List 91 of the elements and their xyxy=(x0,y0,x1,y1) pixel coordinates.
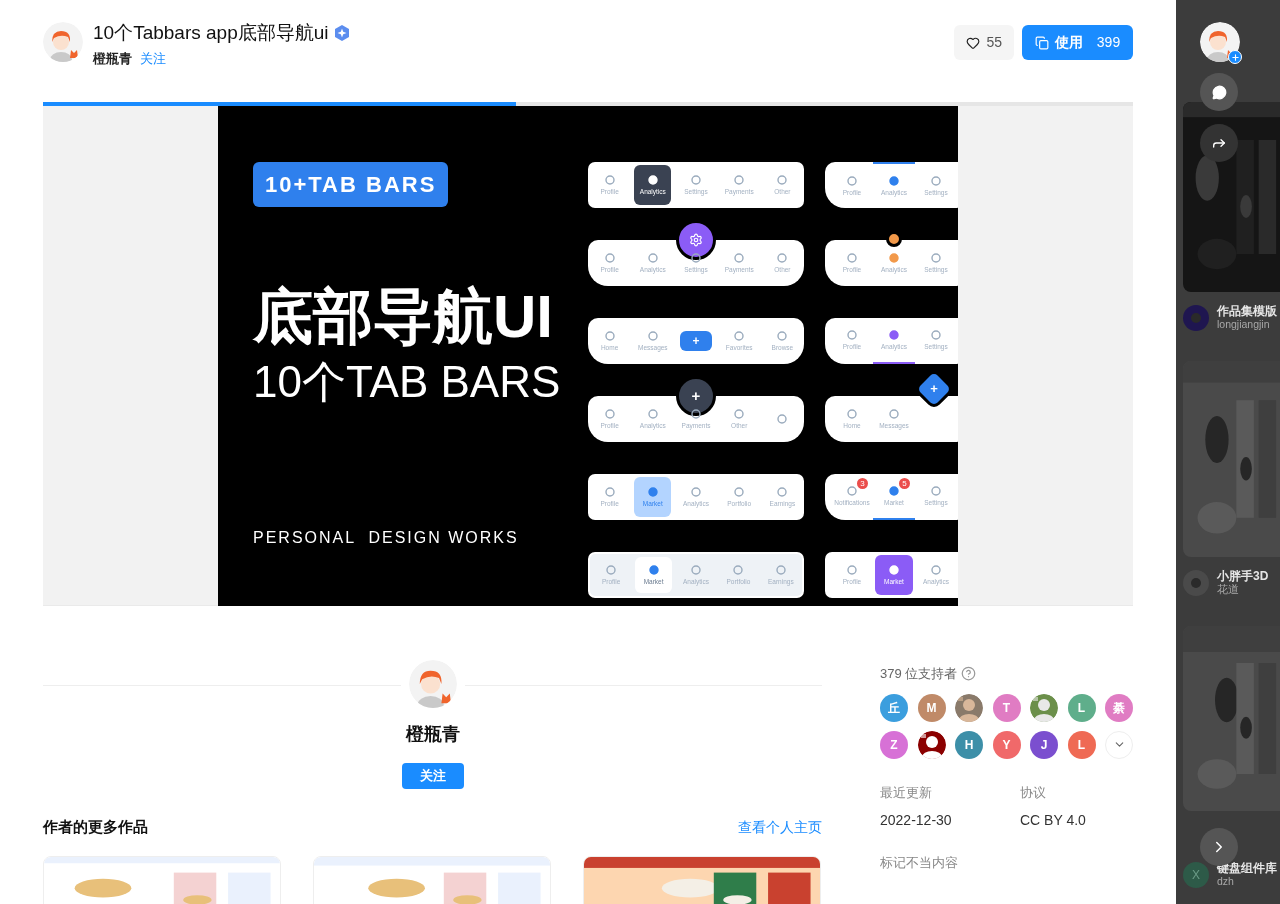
circle-icon xyxy=(734,331,745,341)
follow-link[interactable]: 关注 xyxy=(140,49,166,69)
floating-button[interactable]: + xyxy=(676,376,716,416)
filled-circle-icon xyxy=(889,565,899,575)
circle-icon xyxy=(931,565,941,575)
circle-icon xyxy=(847,409,857,419)
filled-circle-icon xyxy=(647,487,658,497)
work-title[interactable]: 小胖手3D xyxy=(1217,569,1269,583)
circle-icon xyxy=(604,331,615,341)
avatar xyxy=(1200,22,1240,62)
circle-icon xyxy=(604,409,615,419)
count-badge: 3 xyxy=(857,478,868,489)
footer-text: PERSONAL DESIGN WORKS xyxy=(253,528,520,548)
circle-icon xyxy=(931,176,941,186)
heart-icon xyxy=(966,35,981,50)
follow-button[interactable]: 关注 xyxy=(401,763,464,789)
circle-icon xyxy=(775,565,786,575)
circle-icon xyxy=(734,487,745,497)
circle-icon xyxy=(847,486,857,496)
supporter-avatar[interactable]: J xyxy=(1030,730,1058,759)
circle-icon xyxy=(777,331,788,341)
circle-icon xyxy=(777,175,788,185)
add-button[interactable]: + xyxy=(680,331,712,351)
meta-label: 最近更新 xyxy=(880,783,933,802)
circle-icon xyxy=(691,253,701,263)
work-title[interactable]: 作品集模版 xyxy=(1217,304,1277,318)
circle-icon xyxy=(777,414,788,424)
circle-icon xyxy=(604,253,615,263)
meta-value: 2022-12-30 xyxy=(880,811,953,830)
supporter-avatar[interactable]: L xyxy=(1067,693,1096,722)
supporter-avatar[interactable]: 丘 xyxy=(880,693,908,722)
supporter-avatar[interactable]: 綦 xyxy=(1105,693,1133,722)
circle-icon xyxy=(647,331,658,341)
supporter-avatar[interactable]: M xyxy=(917,693,946,722)
use-button[interactable]: 使用 399 xyxy=(1022,25,1133,60)
circle-icon xyxy=(734,253,745,263)
circle-icon xyxy=(847,176,857,186)
section-title: 作者的更多作品 xyxy=(43,817,148,837)
verified-badge-icon xyxy=(332,24,351,42)
circle-icon xyxy=(691,565,701,575)
profile-link[interactable]: 查看个人主页 xyxy=(738,816,822,838)
circle-icon xyxy=(847,565,857,575)
help-icon[interactable] xyxy=(961,666,977,682)
circle-icon xyxy=(691,175,701,185)
count-badge: 5 xyxy=(899,478,910,489)
supporter-avatar[interactable]: Z xyxy=(880,730,908,759)
supporters-count: 379 位支持者 xyxy=(880,665,958,683)
author-avatar[interactable]: X xyxy=(1183,861,1209,888)
circle-icon xyxy=(889,409,899,419)
like-button[interactable]: 55 xyxy=(954,25,1014,60)
work-author: dzh xyxy=(1217,875,1235,888)
meta-label: 协议 xyxy=(1020,783,1047,802)
headline: 底部导航UI xyxy=(253,285,554,349)
circle-icon xyxy=(647,253,658,263)
circle-icon xyxy=(777,253,788,263)
circle-icon xyxy=(931,330,941,340)
circle-icon xyxy=(734,175,745,185)
circle-icon xyxy=(931,486,941,496)
circle-icon xyxy=(647,409,658,419)
circle-icon xyxy=(604,487,615,497)
circle-icon xyxy=(604,175,615,185)
avatar xyxy=(43,22,83,62)
circle-icon xyxy=(691,487,701,497)
work-author: 花道 xyxy=(1217,583,1240,596)
circle-icon xyxy=(847,253,857,263)
filled-circle-icon xyxy=(647,175,658,185)
report-link[interactable]: 标记不当内容 xyxy=(880,853,1140,873)
circle-icon xyxy=(777,487,788,497)
circle-icon xyxy=(734,409,745,419)
circle-icon xyxy=(691,409,701,419)
page-title: 10个Tabbars app底部导航ui xyxy=(93,22,329,44)
supporter-avatar[interactable]: H xyxy=(955,730,983,759)
author-name[interactable]: 橙瓶青 xyxy=(93,49,132,69)
add-follow-button[interactable] xyxy=(1228,50,1242,64)
circle-icon xyxy=(847,330,857,340)
author-name[interactable]: 橙瓶青 xyxy=(405,721,460,748)
plus-icon xyxy=(1230,52,1240,62)
supporter-avatar[interactable]: L xyxy=(1067,730,1096,759)
speech-bubble-icon xyxy=(1211,84,1227,100)
supporter-avatar[interactable]: Y xyxy=(992,730,1021,759)
copy-icon xyxy=(1034,35,1049,50)
gear-icon xyxy=(689,233,703,247)
subtitle: 10个TAB BARS xyxy=(253,357,562,407)
title-tag: 10+TAB BARS xyxy=(253,162,449,207)
meta-value: CC BY 4.0 xyxy=(1020,811,1087,830)
circle-icon xyxy=(733,565,744,575)
comment-button[interactable] xyxy=(1200,73,1238,111)
work-author: longjiangjin xyxy=(1217,318,1271,331)
circle-icon xyxy=(606,565,617,575)
supporter-avatar[interactable]: T xyxy=(992,693,1021,722)
circle-icon xyxy=(931,253,941,263)
